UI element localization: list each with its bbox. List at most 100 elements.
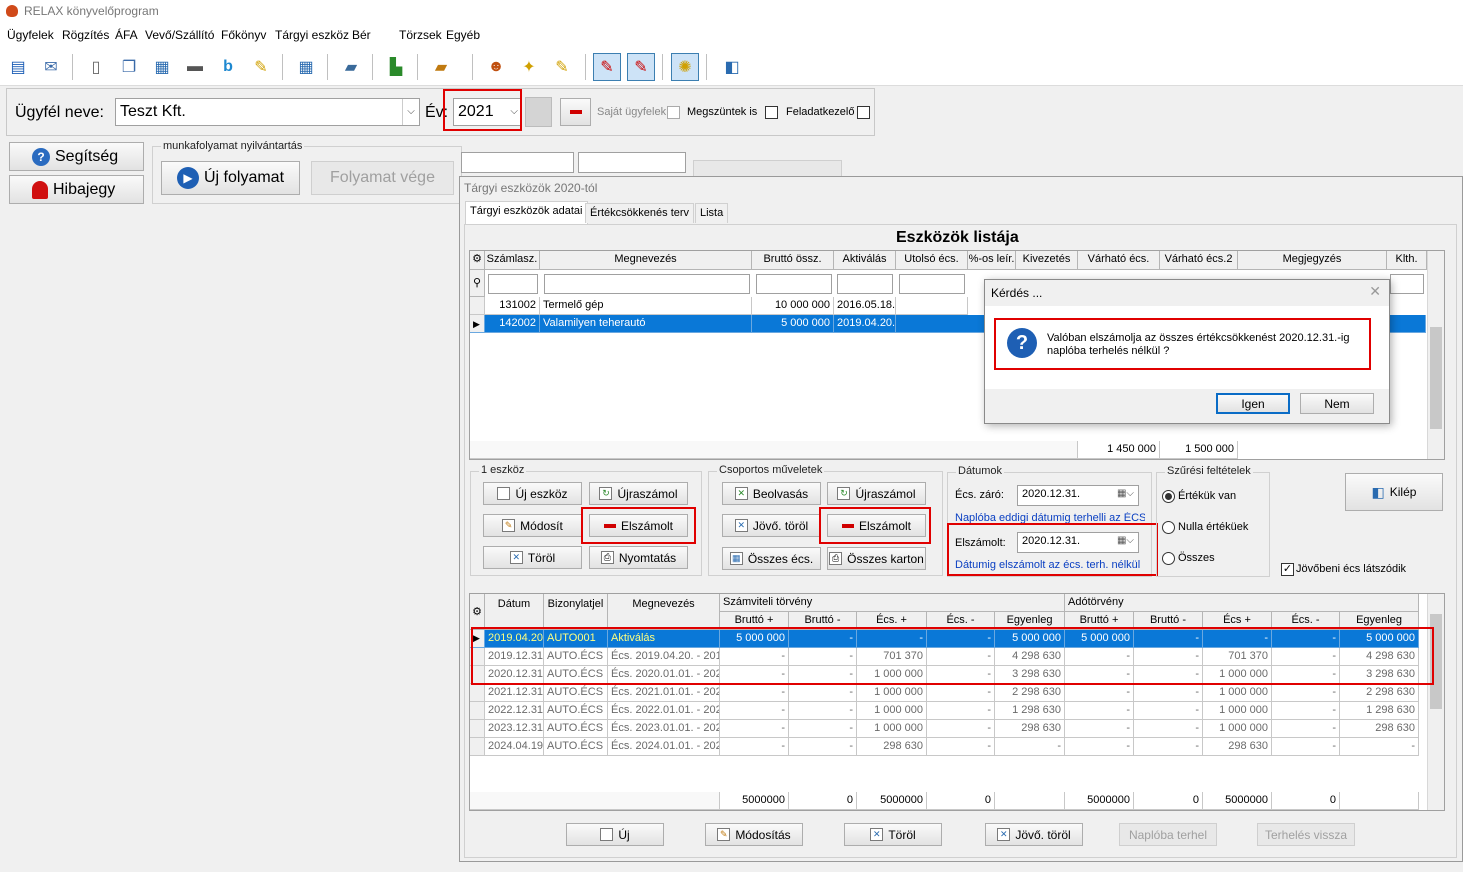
menu-vevo-szallito[interactable]: Vevő/Szállító bbox=[145, 28, 214, 42]
users-icon[interactable]: ☻ bbox=[482, 53, 510, 81]
ledger-col-7[interactable]: Egyenleg bbox=[995, 612, 1065, 630]
col-varhato-ecs[interactable]: Várható écs. bbox=[1078, 251, 1160, 270]
close-date-picker[interactable]: 2020.12.31. ▦⌵ bbox=[1017, 485, 1139, 506]
close-icon[interactable]: ✕ bbox=[1369, 283, 1381, 300]
menu-torzsek[interactable]: Törzsek bbox=[399, 28, 442, 42]
filter-megnevezes[interactable] bbox=[544, 274, 750, 294]
edit-doc-icon[interactable]: ✎ bbox=[247, 53, 275, 81]
yes-button[interactable]: Igen bbox=[1216, 393, 1290, 414]
undo-post-button[interactable]: Terhelés vissza bbox=[1257, 823, 1355, 846]
col-utolso-ecs[interactable]: Utolsó écs. bbox=[896, 251, 968, 270]
end-workflow-button[interactable]: Folyamat vége bbox=[311, 161, 454, 195]
folder-icon[interactable]: ▬ bbox=[181, 53, 209, 81]
chevron-down-icon[interactable]: ⌵ bbox=[402, 99, 419, 125]
ledger-future-delete-button[interactable]: ✕ Jövő. töröl bbox=[985, 823, 1083, 846]
all-depreciation-button[interactable]: ▦ Összes écs. bbox=[722, 547, 821, 570]
modify-asset-button[interactable]: ✎ Módosít bbox=[483, 514, 582, 537]
menu-fokonyv[interactable]: Főkönyv bbox=[221, 28, 266, 42]
ledger-col-megnevezes[interactable]: Megnevezés bbox=[608, 594, 720, 630]
terminated-checkbox[interactable] bbox=[765, 106, 778, 119]
ledger-col-6[interactable]: Écs. - bbox=[927, 612, 995, 630]
menu-afa[interactable]: ÁFA bbox=[115, 28, 138, 42]
ledger-icon[interactable]: ▰ bbox=[427, 53, 455, 81]
filter-aktivalas[interactable] bbox=[837, 274, 893, 294]
bug-report-button[interactable]: Hibajegy bbox=[9, 175, 144, 204]
exit-button[interactable]: ◧ Kilép bbox=[1345, 473, 1443, 511]
print-button[interactable]: ⎙ Nyomtatás bbox=[589, 546, 688, 569]
bulk-recalc-button[interactable]: ↻ Újraszámol bbox=[827, 482, 926, 505]
pen-icon[interactable]: ✎ bbox=[548, 53, 576, 81]
col-megnevezes[interactable]: Megnevezés bbox=[540, 251, 752, 270]
filter-szamlasz[interactable] bbox=[488, 274, 538, 294]
menu-ugyfelek[interactable]: Ügyfelek bbox=[7, 28, 54, 42]
no-button[interactable]: Nem bbox=[1300, 393, 1374, 414]
task-manager-checkbox[interactable] bbox=[857, 106, 870, 119]
ledger-col-10[interactable]: Écs + bbox=[1203, 612, 1272, 630]
wand-icon[interactable]: ✦ bbox=[515, 53, 543, 81]
calendar-icon[interactable]: ▦⌵ bbox=[1117, 488, 1134, 499]
tab-depreciation-plan[interactable]: Értékcsökkenés terv bbox=[585, 203, 695, 223]
workflow-field-2[interactable] bbox=[578, 152, 686, 173]
scroll-thumb[interactable] bbox=[1430, 327, 1442, 429]
tab-list[interactable]: Lista bbox=[695, 203, 729, 223]
filter-has-value-radio[interactable] bbox=[1162, 490, 1175, 503]
calendar-icon[interactable]: ▦⌵ bbox=[1117, 535, 1134, 546]
col-szamlasz[interactable]: Számlasz. bbox=[485, 251, 540, 270]
future-delete-button[interactable]: ✕ Jövő. töröl bbox=[722, 514, 821, 537]
help-button[interactable]: ? Segítség bbox=[9, 142, 144, 171]
calc-edit-icon[interactable]: ✎ bbox=[593, 53, 621, 81]
ledger-delete-button[interactable]: ✕ Töröl bbox=[844, 823, 942, 846]
tab-asset-data[interactable]: Tárgyi eszközök adatai bbox=[465, 201, 588, 224]
col-aktivalas[interactable]: Aktiválás bbox=[834, 251, 896, 270]
workflow-field-1[interactable] bbox=[461, 152, 574, 173]
import-button[interactable]: ✕ Beolvasás bbox=[722, 482, 821, 505]
menu-ber[interactable]: Bér bbox=[352, 28, 371, 42]
future-dep-checkbox[interactable]: ✓ bbox=[1281, 563, 1294, 576]
assets-scrollbar[interactable] bbox=[1427, 251, 1444, 459]
col-kivezetes[interactable]: Kivezetés bbox=[1016, 251, 1078, 270]
exit-door-icon[interactable]: ◧ bbox=[718, 53, 746, 81]
filter-utolso-ecs[interactable] bbox=[899, 274, 965, 294]
filter-all-radio[interactable] bbox=[1162, 552, 1175, 565]
ledger-new-button[interactable]: Új bbox=[566, 823, 664, 846]
post-journal-button[interactable]: Naplóba terhel bbox=[1119, 823, 1217, 846]
ledger-col-4[interactable]: Bruttó - bbox=[789, 612, 857, 630]
bank-icon[interactable]: b bbox=[214, 53, 242, 81]
own-clients-checkbox[interactable] bbox=[667, 106, 680, 119]
menu-egyeb[interactable]: Egyéb bbox=[446, 28, 480, 42]
ledger-modify-button[interactable]: ✎ Módosítás bbox=[705, 823, 803, 846]
new-asset-button[interactable]: Új eszköz bbox=[483, 482, 582, 505]
settings-icon[interactable]: ✺ bbox=[671, 53, 699, 81]
all-card-button[interactable]: ⎙ Összes karton bbox=[827, 547, 926, 570]
calc-edit2-icon[interactable]: ✎ bbox=[627, 53, 655, 81]
client-select[interactable]: Teszt Kft. ⌵ bbox=[115, 98, 420, 126]
clear-button[interactable] bbox=[560, 98, 591, 126]
ledger-col-3[interactable]: Bruttó + bbox=[720, 612, 789, 630]
ledger-config-icon[interactable]: ⚙ bbox=[470, 594, 485, 630]
filter-brutto[interactable] bbox=[756, 274, 832, 294]
chart-icon[interactable]: ▙ bbox=[382, 53, 410, 81]
col-klth[interactable]: Klth. bbox=[1387, 251, 1427, 270]
col-varhato-ecs2[interactable]: Várható écs.2 bbox=[1160, 251, 1238, 270]
card-icon[interactable]: ▤ bbox=[4, 53, 32, 81]
bulk-settled-button[interactable]: Elszámolt bbox=[827, 514, 926, 537]
ledger-col-datum[interactable]: Dátum bbox=[485, 594, 544, 630]
table-icon[interactable]: ▦ bbox=[148, 53, 176, 81]
grid-config-icon[interactable]: ⚙ bbox=[470, 251, 485, 270]
mail-icon[interactable]: ✉ bbox=[37, 53, 65, 81]
scroll-thumb[interactable] bbox=[1430, 614, 1442, 709]
col-szazalekos-leir[interactable]: %-os leír. bbox=[968, 251, 1016, 270]
col-brutto-ossz[interactable]: Bruttó össz. bbox=[752, 251, 834, 270]
chevron-down-icon[interactable]: ⌵ bbox=[510, 99, 518, 125]
single-recalc-button[interactable]: ↻ Újraszámol bbox=[589, 482, 688, 505]
settled-date-picker[interactable]: 2020.12.31. ▦⌵ bbox=[1017, 532, 1139, 553]
ledger-col-11[interactable]: Écs. - bbox=[1272, 612, 1340, 630]
delete-asset-button[interactable]: ✕ Töröl bbox=[483, 546, 582, 569]
menu-rogzites[interactable]: Rögzítés bbox=[62, 28, 109, 42]
ledger-col-12[interactable]: Egyenleg bbox=[1340, 612, 1419, 630]
ledger-col-5[interactable]: Écs. + bbox=[857, 612, 927, 630]
filter-klth[interactable] bbox=[1390, 274, 1424, 294]
grid-icon[interactable]: ▦ bbox=[292, 53, 320, 81]
documents-icon[interactable]: ❐ bbox=[115, 53, 143, 81]
new-workflow-button[interactable]: ▶ Új folyamat bbox=[161, 161, 300, 195]
